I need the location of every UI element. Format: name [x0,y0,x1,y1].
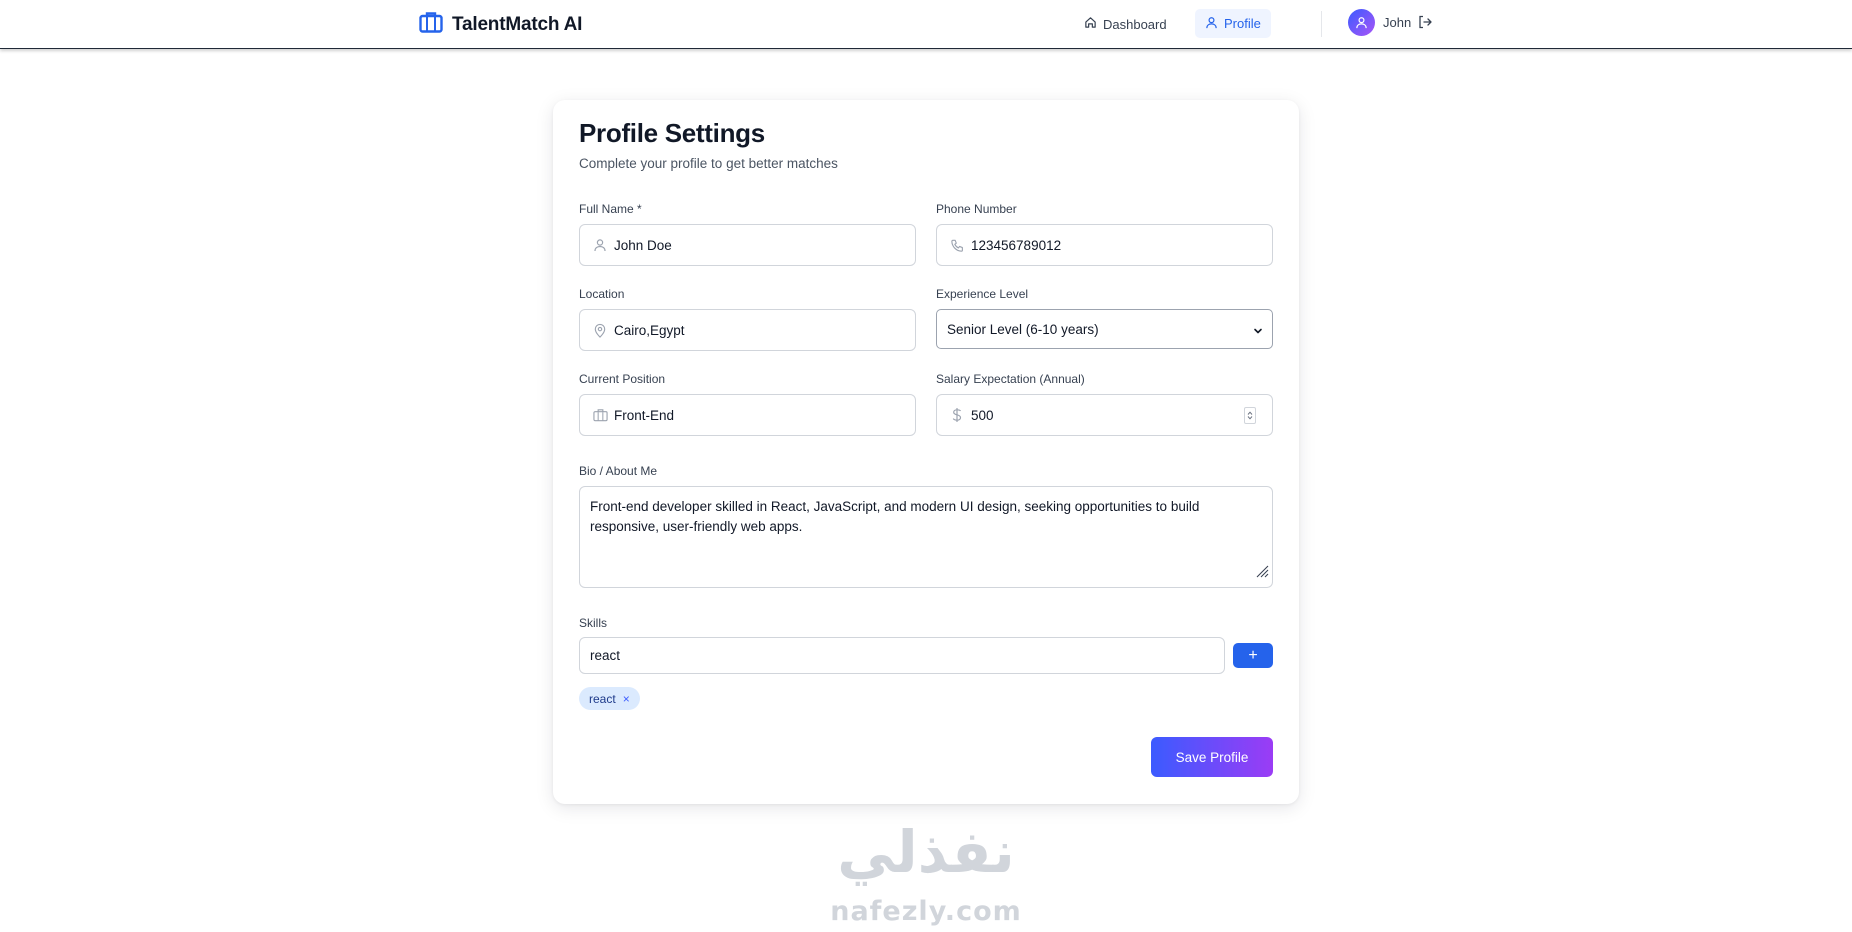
salary-field[interactable] [936,394,1273,436]
user-icon [580,225,614,265]
bio-text: Front-end developer skilled in React, Ja… [590,499,1200,534]
save-profile-button[interactable]: Save Profile [1151,737,1273,777]
salary-label: Salary Expectation (Annual) [936,372,1085,386]
watermark-arabic: نفذلي [837,818,1015,886]
phone-input[interactable] [971,225,1272,265]
phone-field[interactable] [936,224,1273,266]
salary-input[interactable] [971,395,1272,435]
location-input[interactable] [614,310,915,350]
skill-tag: react × [579,687,640,710]
page-title: Profile Settings [579,118,765,148]
bio-textarea[interactable]: Front-end developer skilled in React, Ja… [579,486,1273,588]
brand-name: TalentMatch AI [452,13,583,35]
number-spinner[interactable] [1244,407,1256,424]
full-name-label: Full Name * [579,202,642,216]
nav-profile[interactable]: Profile [1195,9,1271,38]
skills-label: Skills [579,616,608,630]
position-input[interactable] [614,395,915,435]
watermark: نفذلي nafezly.com [818,818,1034,930]
skill-input-value: react [590,648,621,663]
user-name: John [1383,15,1412,30]
nav-divider [1321,11,1322,37]
user-menu[interactable]: John [1348,9,1411,36]
avatar [1348,9,1375,36]
home-icon [1084,16,1097,32]
full-name-input[interactable] [614,225,915,265]
briefcase-logo-icon [419,11,443,38]
profile-settings-card: Profile Settings Complete your profile t… [553,100,1299,804]
phone-icon [937,225,971,265]
plus-icon: + [1248,646,1258,664]
phone-label: Phone Number [936,202,1017,216]
page-subtitle: Complete your profile to get better matc… [579,156,838,171]
brand[interactable]: TalentMatch AI [419,11,582,38]
briefcase-icon [580,395,614,435]
user-icon [1205,16,1218,32]
add-skill-button[interactable]: + [1233,643,1273,668]
watermark-latin: nafezly.com [830,896,1022,927]
chevron-down-icon [1253,324,1263,339]
bio-label: Bio / About Me [579,464,658,478]
nav-profile-label: Profile [1224,16,1261,31]
map-pin-icon [580,310,614,350]
experience-select[interactable]: Senior Level (6-10 years) [936,309,1273,349]
logout-icon[interactable] [1417,14,1435,32]
dollar-icon [937,395,971,435]
remove-skill-icon[interactable]: × [623,692,630,706]
skill-input[interactable]: react [579,637,1225,674]
location-label: Location [579,287,625,301]
experience-value: Senior Level (6-10 years) [947,321,1099,337]
nav-dashboard[interactable]: Dashboard [1080,10,1171,38]
nav-dashboard-label: Dashboard [1103,16,1167,32]
position-field[interactable] [579,394,916,436]
resize-handle-icon[interactable] [1254,563,1270,585]
full-name-field[interactable] [579,224,916,266]
skill-tag-label: react [589,691,616,706]
top-navbar: TalentMatch AI Dashboard Profile John [0,0,1852,49]
position-label: Current Position [579,372,666,386]
location-field[interactable] [579,309,916,351]
experience-label: Experience Level [936,287,1029,301]
